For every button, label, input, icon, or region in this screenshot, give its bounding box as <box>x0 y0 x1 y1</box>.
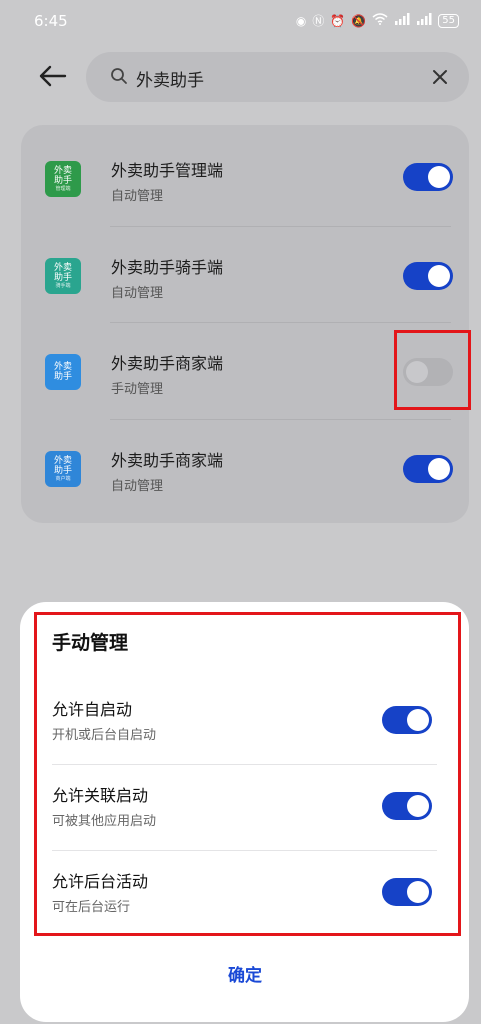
app-name: 外卖助手管理端 <box>111 161 224 180</box>
app-row[interactable]: 外卖 助手 商户端 外卖助手商家端 自动管理 <box>21 419 469 515</box>
permission-title: 允许后台活动 <box>52 872 149 891</box>
permission-desc: 开机或后台自启动 <box>52 728 157 743</box>
manual-management-sheet: 手动管理 允许自启动 开机或后台自启动 允许关联启动 可被其他应用启动 允许后台… <box>20 602 469 1022</box>
divider <box>110 419 451 420</box>
app-row[interactable]: 外卖 助手 骑手端 外卖助手骑手端 自动管理 <box>21 226 469 322</box>
nfc-icon: Ⓝ <box>312 14 325 28</box>
app-mode: 自动管理 <box>111 189 164 204</box>
permission-desc: 可在后台运行 <box>52 900 131 915</box>
permission-row-linked-start[interactable]: 允许关联启动 可被其他应用启动 <box>20 764 469 850</box>
app-row[interactable]: 外卖 助手 管理端 外卖助手管理端 自动管理 <box>21 129 469 225</box>
divider <box>52 764 437 765</box>
eye-icon: ◉ <box>295 13 307 28</box>
close-icon <box>433 70 447 84</box>
search-input[interactable] <box>134 64 408 92</box>
app-mode: 手动管理 <box>111 382 164 397</box>
app-toggle[interactable] <box>403 455 453 483</box>
search-box[interactable] <box>86 52 469 102</box>
app-mode: 自动管理 <box>111 479 164 494</box>
mute-icon: 🔕 <box>351 13 367 28</box>
permission-row-background[interactable]: 允许后台活动 可在后台运行 <box>20 850 469 936</box>
permission-row-auto-start[interactable]: 允许自启动 开机或后台自启动 <box>20 678 469 764</box>
signal-icon <box>394 13 410 28</box>
background-activity-toggle[interactable] <box>382 878 432 906</box>
app-toggle[interactable] <box>403 358 453 386</box>
alarm-icon: ⏰ <box>330 13 346 28</box>
status-bar: 6:45 ◉ Ⓝ ⏰ 🔕 55 <box>0 0 481 44</box>
app-name: 外卖助手商家端 <box>111 354 224 373</box>
auto-start-toggle[interactable] <box>382 706 432 734</box>
permission-title: 允许关联启动 <box>52 786 149 805</box>
search-icon <box>111 68 127 84</box>
wifi-icon <box>372 13 388 28</box>
confirm-button[interactable]: 确定 <box>170 952 320 994</box>
clear-search-button[interactable] <box>425 62 455 92</box>
battery-indicator: 55 <box>438 13 459 28</box>
app-mode: 自动管理 <box>111 286 164 301</box>
arrow-left-icon <box>39 65 67 87</box>
sheet-title: 手动管理 <box>52 632 129 654</box>
permission-title: 允许自启动 <box>52 700 133 719</box>
status-time: 6:45 <box>34 12 68 30</box>
app-row[interactable]: 外卖 助手 外卖助手商家端 手动管理 <box>21 322 469 418</box>
app-toggle[interactable] <box>403 262 453 290</box>
app-icon: 外卖 助手 商户端 <box>45 451 81 487</box>
top-bar <box>0 48 481 104</box>
divider <box>110 322 451 323</box>
divider <box>52 850 437 851</box>
app-list: 外卖 助手 管理端 外卖助手管理端 自动管理 外卖 助手 骑手端 外卖助手骑手端 自… <box>21 125 469 523</box>
back-button[interactable] <box>30 54 74 98</box>
app-toggle[interactable] <box>403 163 453 191</box>
signal-icon-2 <box>416 13 432 28</box>
divider <box>110 226 451 227</box>
app-icon: 外卖 助手 管理端 <box>45 161 81 197</box>
linked-start-toggle[interactable] <box>382 792 432 820</box>
app-icon-text: 外卖 助手 <box>53 166 72 186</box>
app-name: 外卖助手骑手端 <box>111 258 224 277</box>
app-name: 外卖助手商家端 <box>111 451 224 470</box>
permission-desc: 可被其他应用启动 <box>52 814 157 829</box>
app-icon: 外卖 助手 骑手端 <box>45 258 81 294</box>
app-icon: 外卖 助手 <box>45 354 81 390</box>
status-icons: ◉ Ⓝ ⏰ 🔕 55 <box>296 12 459 29</box>
